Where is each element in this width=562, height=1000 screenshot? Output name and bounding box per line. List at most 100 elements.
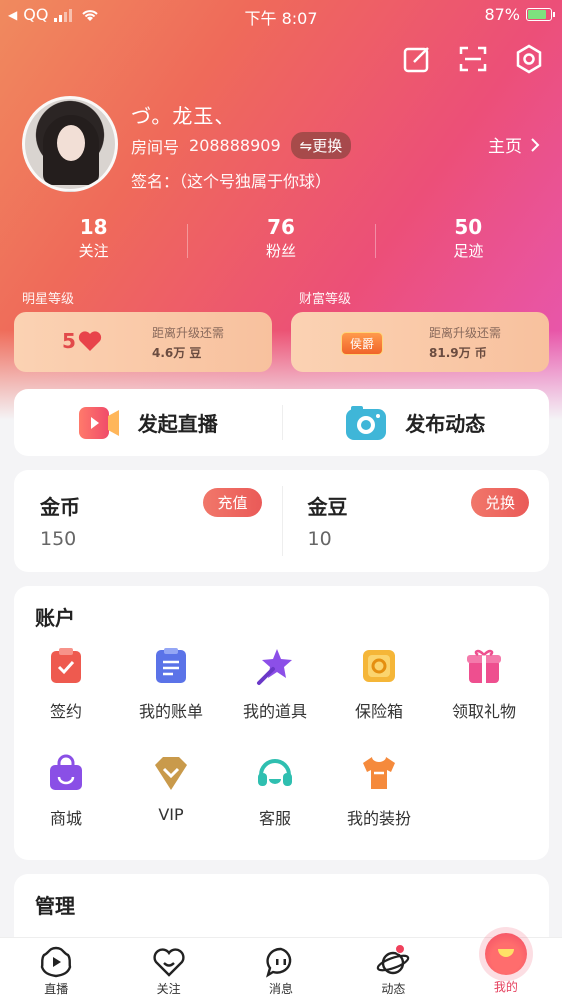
tab-following[interactable]: 关注 [112,938,224,1000]
tab-label: 消息 [269,982,294,996]
stat-value: 18 [79,215,108,239]
account-item-shop[interactable]: 商城 [16,753,116,829]
tab-moments[interactable]: 动态 [337,938,449,1000]
start-live-label: 发起直播 [137,412,218,436]
stat-footprints[interactable]: 50 足迹 [374,214,562,262]
account-item-label: 商城 [49,809,82,828]
account-item-label: 我的道具 [242,702,307,721]
post-moment-button[interactable]: 发布动态 [281,389,550,456]
room-row: 房间号 208888909 ⇋更换 [131,132,352,159]
battery-icon [526,8,555,21]
bottom-tab-bar: 直播 关注 消息 动态 我的 [0,933,562,1000]
wealth-level-card[interactable]: 侯爵 距离升级还需 81.9万 币 [291,312,549,372]
star-level-amount: 4.6万 豆 [152,346,202,360]
bean-name: 金豆 [307,495,348,519]
star-level-title: 明星等级 [22,292,75,307]
stat-label: 足迹 [453,242,484,260]
star-level-card[interactable]: 5 距离升级还需 4.6万 豆 [14,312,272,372]
account-item-props[interactable]: 我的道具 [225,646,325,722]
wand-icon [257,649,292,685]
account-item-label: 我的账单 [138,702,203,721]
account-item-vip[interactable]: VIP [121,753,221,824]
safe-icon [363,650,395,682]
bean-value: 10 [307,528,332,550]
chevron-right-icon [531,137,540,152]
stat-label: 关注 [78,242,109,260]
coin-name: 金币 [40,495,80,519]
start-live-button[interactable]: 发起直播 [14,389,282,456]
post-moment-label: 发布动态 [405,412,486,436]
account-item-bill[interactable]: 我的账单 [121,646,221,722]
account-item-label: 我的装扮 [346,809,411,828]
status-time: 下午 8:07 [244,9,318,28]
coin-value: 150 [40,528,77,550]
wallet-card: 金币 150 充值 金豆 10 兑换 [14,470,549,572]
signature: 签名：（这个号独属于你球） [131,172,332,191]
recharge-button[interactable]: 充值 [203,488,262,517]
account-item-dressup[interactable]: 我的装扮 [329,753,429,829]
tab-label: 我的 [493,980,518,994]
account-title: 账户 [35,606,75,630]
account-item-label: 签约 [49,702,82,721]
account-item-label: 领取礼物 [451,702,516,721]
stat-fans[interactable]: 76 粉丝 [187,214,374,262]
room-label: 房间号 [131,137,180,157]
headset-icon [258,759,292,786]
profile-stats: 18 关注 76 粉丝 50 足迹 [0,214,562,262]
account-item-label: 保险箱 [354,702,403,721]
message-icon [266,947,292,978]
manage-title: 管理 [35,894,75,918]
tab-label: 关注 [156,982,181,996]
tab-mine[interactable]: 我的 [450,933,562,1000]
star-level-number: 5 [62,329,76,353]
stat-following[interactable]: 18 关注 [0,214,187,262]
heart-level-icon [78,331,102,351]
edit-icon[interactable] [402,44,432,74]
contract-icon [51,648,81,683]
homepage-link[interactable]: 主页 [488,132,540,157]
account-section: 账户 签约 我的账单 我的道具 保险箱 领取礼物 商城 VIP 客服 我的装扮 [14,586,549,860]
room-id: 208888909 [189,136,281,155]
status-bar: ◀ QQ 下午 8:07 87% [0,0,562,30]
tshirt-icon [363,757,395,789]
exchange-button[interactable]: 兑换 [470,488,529,517]
tab-label: 直播 [44,982,69,996]
heart-icon [153,948,185,977]
stat-value: 76 [267,215,295,239]
account-item-contract[interactable]: 签约 [16,646,116,722]
tab-label: 动态 [381,982,406,996]
shop-bag-icon [50,754,82,790]
vip-icon [155,757,187,790]
quick-actions-card: 发起直播 发布动态 [14,389,549,456]
mine-icon [484,933,527,975]
wealth-level-desc: 距离升级还需 [429,326,502,340]
stat-label: 粉丝 [265,242,296,260]
account-item-safe[interactable]: 保险箱 [329,646,429,722]
homepage-label: 主页 [488,137,522,157]
bean-wallet[interactable]: 金豆 10 兑换 [281,470,550,572]
wealth-level-amount: 81.9万 币 [429,346,487,360]
tab-live[interactable]: 直播 [0,938,112,1000]
avatar[interactable] [22,96,118,192]
username: づ。龙玉、 [131,104,236,128]
star-level-desc: 距离升级还需 [152,326,225,340]
settings-icon[interactable] [514,44,544,74]
live-play-icon [40,946,72,978]
wealth-level-title: 财富等级 [299,292,352,307]
account-item-label: VIP [158,805,184,824]
camera-live-icon [78,406,119,439]
battery-percent: 87% [484,5,520,24]
stat-value: 50 [454,215,483,239]
star-level-badge: 5 [62,329,102,353]
tab-messages[interactable]: 消息 [225,938,337,1000]
camera-post-icon [346,405,387,440]
account-item-gift[interactable]: 领取礼物 [434,646,534,722]
coin-wallet[interactable]: 金币 150 充值 [14,470,282,572]
planet-icon [377,951,410,975]
swap-button[interactable]: ⇋更换 [290,132,352,159]
account-item-service[interactable]: 客服 [225,753,325,829]
scan-icon[interactable] [458,44,488,74]
account-item-label: 客服 [258,809,291,828]
wealth-rank-badge: 侯爵 [341,332,384,355]
gift-icon [467,649,501,683]
